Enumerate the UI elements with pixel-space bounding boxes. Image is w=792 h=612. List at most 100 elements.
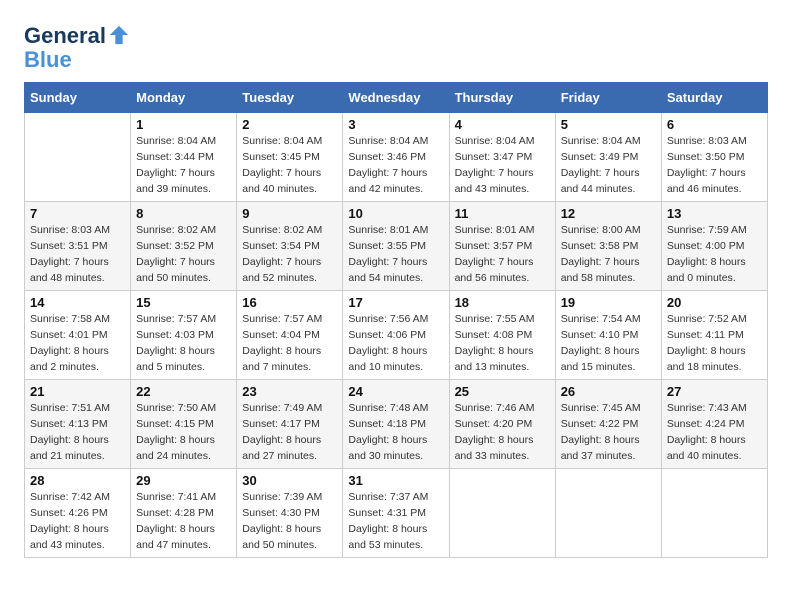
calendar-cell xyxy=(449,469,555,558)
calendar-cell: 17 Sunrise: 7:56 AMSunset: 4:06 PMDayligh… xyxy=(343,291,449,380)
day-info: Sunrise: 8:04 AMSunset: 3:47 PMDaylight:… xyxy=(455,134,550,197)
calendar-cell: 27 Sunrise: 7:43 AMSunset: 4:24 PMDayligh… xyxy=(661,380,767,469)
day-info: Sunrise: 7:57 AMSunset: 4:04 PMDaylight:… xyxy=(242,312,337,375)
calendar-cell: 23 Sunrise: 7:49 AMSunset: 4:17 PMDayligh… xyxy=(237,380,343,469)
day-number: 1 xyxy=(136,117,231,132)
day-info: Sunrise: 8:03 AMSunset: 3:50 PMDaylight:… xyxy=(667,134,762,197)
calendar-week-4: 21 Sunrise: 7:51 AMSunset: 4:13 PMDayligh… xyxy=(25,380,768,469)
day-number: 30 xyxy=(242,473,337,488)
calendar-cell: 26 Sunrise: 7:45 AMSunset: 4:22 PMDayligh… xyxy=(555,380,661,469)
calendar-cell: 9 Sunrise: 8:02 AMSunset: 3:54 PMDaylight… xyxy=(237,202,343,291)
day-info: Sunrise: 7:50 AMSunset: 4:15 PMDaylight:… xyxy=(136,401,231,464)
day-info: Sunrise: 7:51 AMSunset: 4:13 PMDaylight:… xyxy=(30,401,125,464)
day-info: Sunrise: 8:02 AMSunset: 3:52 PMDaylight:… xyxy=(136,223,231,286)
calendar-cell: 14 Sunrise: 7:58 AMSunset: 4:01 PMDayligh… xyxy=(25,291,131,380)
day-number: 8 xyxy=(136,206,231,221)
calendar-header-monday: Monday xyxy=(131,83,237,113)
day-number: 23 xyxy=(242,384,337,399)
day-info: Sunrise: 8:00 AMSunset: 3:58 PMDaylight:… xyxy=(561,223,656,286)
logo-text-general: General xyxy=(24,24,106,48)
calendar-header-saturday: Saturday xyxy=(661,83,767,113)
calendar-header-wednesday: Wednesday xyxy=(343,83,449,113)
calendar-week-1: 1 Sunrise: 8:04 AMSunset: 3:44 PMDaylight… xyxy=(25,113,768,202)
calendar-cell: 12 Sunrise: 8:00 AMSunset: 3:58 PMDayligh… xyxy=(555,202,661,291)
day-number: 15 xyxy=(136,295,231,310)
day-number: 25 xyxy=(455,384,550,399)
calendar-cell: 24Sunrise: 7:48 AMSunset: 4:18 PMDayligh… xyxy=(343,380,449,469)
calendar-cell: 6 Sunrise: 8:03 AMSunset: 3:50 PMDaylight… xyxy=(661,113,767,202)
calendar-table: SundayMondayTuesdayWednesdayThursdayFrid… xyxy=(24,82,768,558)
calendar-cell: 16 Sunrise: 7:57 AMSunset: 4:04 PMDayligh… xyxy=(237,291,343,380)
day-number: 29 xyxy=(136,473,231,488)
day-info: Sunrise: 7:41 AMSunset: 4:28 PMDaylight:… xyxy=(136,490,231,553)
calendar-cell: 21 Sunrise: 7:51 AMSunset: 4:13 PMDayligh… xyxy=(25,380,131,469)
calendar-cell: 2Sunrise: 8:04 AMSunset: 3:45 PMDaylight… xyxy=(237,113,343,202)
calendar-cell: 30 Sunrise: 7:39 AMSunset: 4:30 PMDayligh… xyxy=(237,469,343,558)
calendar-cell: 7Sunrise: 8:03 AMSunset: 3:51 PMDaylight… xyxy=(25,202,131,291)
day-number: 20 xyxy=(667,295,762,310)
logo-icon xyxy=(108,24,130,46)
calendar-cell: 29 Sunrise: 7:41 AMSunset: 4:28 PMDayligh… xyxy=(131,469,237,558)
calendar-header-tuesday: Tuesday xyxy=(237,83,343,113)
day-number: 19 xyxy=(561,295,656,310)
calendar-header-thursday: Thursday xyxy=(449,83,555,113)
day-number: 21 xyxy=(30,384,125,399)
calendar-cell: 8 Sunrise: 8:02 AMSunset: 3:52 PMDaylight… xyxy=(131,202,237,291)
calendar-cell xyxy=(661,469,767,558)
calendar-cell: 31Sunrise: 7:37 AMSunset: 4:31 PMDayligh… xyxy=(343,469,449,558)
day-number: 5 xyxy=(561,117,656,132)
day-info: Sunrise: 8:04 AMSunset: 3:46 PMDaylight:… xyxy=(348,134,443,197)
day-info: Sunrise: 7:55 AMSunset: 4:08 PMDaylight:… xyxy=(455,312,550,375)
day-number: 22 xyxy=(136,384,231,399)
calendar-week-3: 14 Sunrise: 7:58 AMSunset: 4:01 PMDayligh… xyxy=(25,291,768,380)
calendar-cell: 20 Sunrise: 7:52 AMSunset: 4:11 PMDayligh… xyxy=(661,291,767,380)
day-info: Sunrise: 8:04 AMSunset: 3:44 PMDaylight:… xyxy=(136,134,231,197)
calendar-cell: 15Sunrise: 7:57 AMSunset: 4:03 PMDayligh… xyxy=(131,291,237,380)
day-info: Sunrise: 7:39 AMSunset: 4:30 PMDaylight:… xyxy=(242,490,337,553)
calendar-cell: 11 Sunrise: 8:01 AMSunset: 3:57 PMDayligh… xyxy=(449,202,555,291)
day-info: Sunrise: 7:58 AMSunset: 4:01 PMDaylight:… xyxy=(30,312,125,375)
day-number: 17 xyxy=(348,295,443,310)
day-number: 13 xyxy=(667,206,762,221)
calendar-cell: 18 Sunrise: 7:55 AMSunset: 4:08 PMDayligh… xyxy=(449,291,555,380)
day-info: Sunrise: 7:56 AMSunset: 4:06 PMDaylight:… xyxy=(348,312,443,375)
day-number: 14 xyxy=(30,295,125,310)
day-info: Sunrise: 7:49 AMSunset: 4:17 PMDaylight:… xyxy=(242,401,337,464)
day-number: 3 xyxy=(348,117,443,132)
day-number: 12 xyxy=(561,206,656,221)
calendar-cell: 5 Sunrise: 8:04 AMSunset: 3:49 PMDaylight… xyxy=(555,113,661,202)
calendar-cell: 4 Sunrise: 8:04 AMSunset: 3:47 PMDaylight… xyxy=(449,113,555,202)
day-info: Sunrise: 8:02 AMSunset: 3:54 PMDaylight:… xyxy=(242,223,337,286)
day-number: 4 xyxy=(455,117,550,132)
calendar-cell xyxy=(555,469,661,558)
calendar-week-2: 7Sunrise: 8:03 AMSunset: 3:51 PMDaylight… xyxy=(25,202,768,291)
day-number: 27 xyxy=(667,384,762,399)
day-info: Sunrise: 7:42 AMSunset: 4:26 PMDaylight:… xyxy=(30,490,125,553)
day-info: Sunrise: 7:46 AMSunset: 4:20 PMDaylight:… xyxy=(455,401,550,464)
day-number: 18 xyxy=(455,295,550,310)
day-info: Sunrise: 7:54 AMSunset: 4:10 PMDaylight:… xyxy=(561,312,656,375)
calendar-cell: 22 Sunrise: 7:50 AMSunset: 4:15 PMDayligh… xyxy=(131,380,237,469)
day-info: Sunrise: 7:43 AMSunset: 4:24 PMDaylight:… xyxy=(667,401,762,464)
day-info: Sunrise: 8:01 AMSunset: 3:57 PMDaylight:… xyxy=(455,223,550,286)
calendar-header-row: SundayMondayTuesdayWednesdayThursdayFrid… xyxy=(25,83,768,113)
day-info: Sunrise: 8:01 AMSunset: 3:55 PMDaylight:… xyxy=(348,223,443,286)
day-info: Sunrise: 7:52 AMSunset: 4:11 PMDaylight:… xyxy=(667,312,762,375)
day-number: 9 xyxy=(242,206,337,221)
calendar-cell: 3 Sunrise: 8:04 AMSunset: 3:46 PMDaylight… xyxy=(343,113,449,202)
day-number: 6 xyxy=(667,117,762,132)
day-info: Sunrise: 7:45 AMSunset: 4:22 PMDaylight:… xyxy=(561,401,656,464)
calendar-header-sunday: Sunday xyxy=(25,83,131,113)
day-number: 11 xyxy=(455,206,550,221)
calendar-cell: 25 Sunrise: 7:46 AMSunset: 4:20 PMDayligh… xyxy=(449,380,555,469)
day-number: 26 xyxy=(561,384,656,399)
logo-text-blue: Blue xyxy=(24,48,130,72)
day-number: 31 xyxy=(348,473,443,488)
day-number: 2 xyxy=(242,117,337,132)
logo: General Blue xyxy=(24,24,130,72)
day-number: 16 xyxy=(242,295,337,310)
calendar-cell: 13Sunrise: 7:59 AMSunset: 4:00 PMDayligh… xyxy=(661,202,767,291)
calendar-cell xyxy=(25,113,131,202)
day-info: Sunrise: 8:04 AMSunset: 3:49 PMDaylight:… xyxy=(561,134,656,197)
calendar-header-friday: Friday xyxy=(555,83,661,113)
